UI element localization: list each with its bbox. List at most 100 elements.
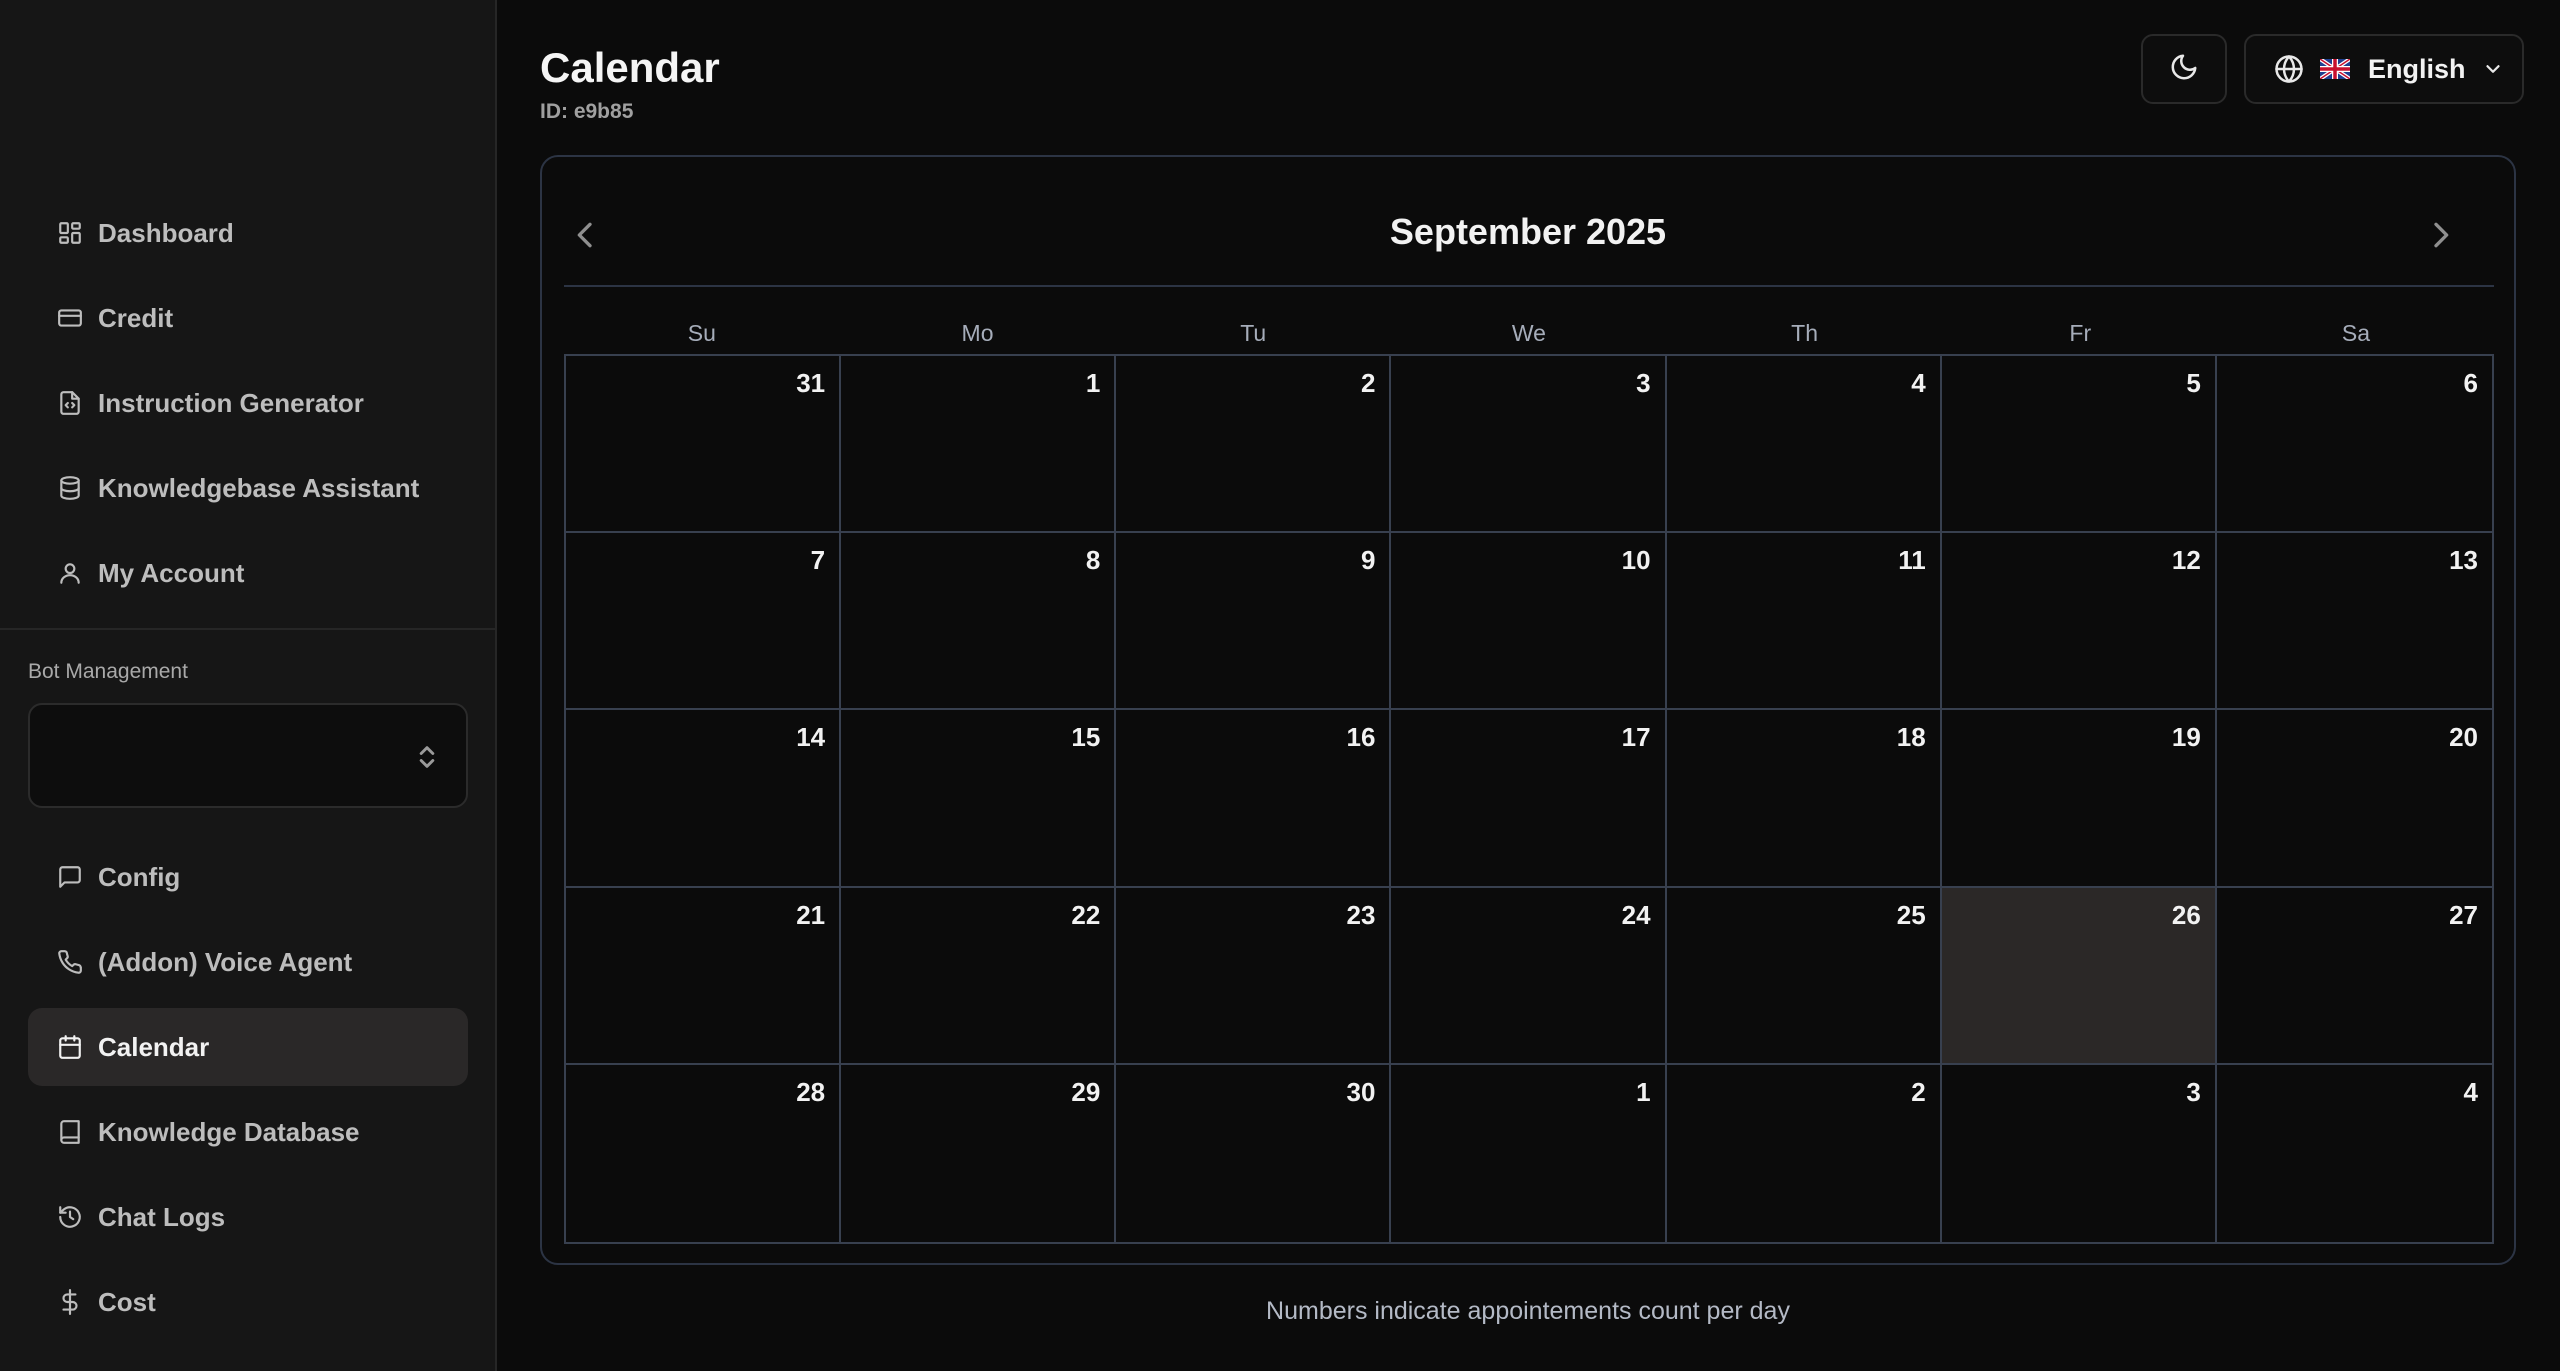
- calendar-day-number: 14: [796, 722, 826, 753]
- calendar-day-cell[interactable]: 27: [2216, 888, 2492, 1065]
- sidebar-item-my-account[interactable]: My Account: [28, 534, 468, 612]
- sidebar-item-config[interactable]: Config: [28, 838, 468, 916]
- next-month-button[interactable]: [2418, 215, 2462, 259]
- calendar-day-cell[interactable]: 31: [566, 356, 842, 534]
- calendar-day-number: 6: [2463, 368, 2478, 398]
- sidebar-item-instruction-generator[interactable]: Instruction Generator: [28, 364, 468, 442]
- calendar-day-cell[interactable]: 13: [2216, 533, 2492, 711]
- sidebar-item-credit[interactable]: Credit: [28, 279, 468, 357]
- calendar-day-cell[interactable]: 12: [1941, 533, 2217, 711]
- sidebar-item-label: (Addon) Voice Agent: [98, 946, 353, 977]
- calendar-day-number: 23: [1346, 899, 1376, 930]
- calendar-day-cell[interactable]: 1: [1391, 1064, 1667, 1242]
- section-label-bot-management: Bot Management: [28, 660, 188, 683]
- calendar-day-number: 29: [1071, 1076, 1101, 1107]
- calendar-day-cell[interactable]: 22: [841, 887, 1117, 1065]
- calendar-day-cell[interactable]: 28: [566, 1064, 842, 1242]
- calendar-day-cell[interactable]: 8: [841, 533, 1117, 711]
- chevron-right-icon: [2424, 219, 2456, 256]
- sidebar-item-knowledgebase-assistant[interactable]: Knowledgebase Assistant: [28, 449, 468, 527]
- sidebar-item-label: Cost: [98, 1286, 156, 1317]
- globe-icon: [2274, 54, 2304, 84]
- sidebar-item-label: Calendar: [98, 1031, 210, 1062]
- calendar-day-cell[interactable]: 23: [1116, 887, 1392, 1065]
- language-select[interactable]: English: [2244, 34, 2524, 104]
- page-title: Calendar: [540, 44, 720, 91]
- language-label: English: [2368, 53, 2466, 84]
- sidebar-item-label: Dashboard: [98, 217, 234, 248]
- calendar-day-number: 28: [796, 1076, 826, 1107]
- calendar-day-number: 3: [2186, 1076, 2201, 1107]
- calendar-day-cell[interactable]: 2: [1667, 1064, 1942, 1242]
- calendar-day-cell[interactable]: 20: [2216, 710, 2492, 888]
- calendar-day-number: 1: [1085, 368, 1101, 398]
- calendar-day-cell[interactable]: 24: [1391, 887, 1667, 1065]
- calendar-day-cell[interactable]: 3: [1942, 1064, 2217, 1242]
- weekday-label: Th: [1791, 320, 1819, 346]
- calendar-grid: 31 1 2 3 4 5 6 7 8 9 10 11 12 13 14 15 16 17 18 19 20 21 22 23 2…: [564, 354, 2494, 1244]
- app-root: Dashboard Credit Instruction Generator K…: [0, 0, 2560, 1371]
- calendar-day-cell[interactable]: 19: [1941, 710, 2217, 888]
- calendar-day-cell[interactable]: 29: [841, 1064, 1117, 1242]
- calendar-day-cell-today[interactable]: 26: [1941, 887, 2217, 1065]
- calendar-day-number: 5: [2186, 368, 2201, 398]
- calendar-day-number: 1: [1636, 1076, 1651, 1107]
- sidebar-item-label: My Account: [98, 557, 245, 588]
- calendar-day-cell[interactable]: 3: [1391, 356, 1667, 534]
- calendar-day-number: 19: [2171, 722, 2201, 753]
- chevron-down-icon: [2482, 58, 2504, 80]
- theme-toggle-button[interactable]: [2141, 34, 2227, 104]
- sidebar-item-knowledge-database[interactable]: Knowledge Database: [28, 1093, 468, 1171]
- calendar-day-number: 2: [1360, 368, 1376, 398]
- sidebar-item-voice-agent[interactable]: (Addon) Voice Agent: [28, 923, 468, 1001]
- sidebar-item-dashboard[interactable]: Dashboard: [28, 194, 468, 272]
- moon-icon: [2169, 52, 2199, 87]
- calendar-day-cell[interactable]: 30: [1116, 1064, 1392, 1242]
- weekday-label: Sa: [2341, 320, 2371, 346]
- calendar-day-cell[interactable]: 7: [566, 533, 842, 711]
- page-id: ID: e9b85: [540, 100, 634, 123]
- calendar-day-number: 12: [2171, 545, 2201, 576]
- calendar-day-number: 15: [1071, 722, 1101, 753]
- calendar-day-cell[interactable]: 4: [1666, 356, 1942, 534]
- bot-select[interactable]: [28, 703, 468, 808]
- sidebar-item-calendar[interactable]: Calendar: [28, 1008, 468, 1086]
- calendar-day-cell[interactable]: 5: [1941, 356, 2217, 534]
- calendar-day-cell[interactable]: 25: [1666, 887, 1942, 1065]
- calendar-day-cell[interactable]: 21: [566, 887, 842, 1065]
- calendar-day-cell[interactable]: 16: [1116, 710, 1392, 888]
- calendar-day-number: 13: [2449, 545, 2478, 576]
- calendar-separator: [564, 285, 2494, 287]
- calendar-day-cell[interactable]: 17: [1391, 710, 1667, 888]
- sidebar-item-cost[interactable]: Cost: [28, 1263, 468, 1341]
- message-square-icon: [56, 863, 84, 891]
- calendar-day-cell[interactable]: 2: [1116, 356, 1392, 534]
- calendar-day-number: 20: [2449, 722, 2478, 753]
- calendar-day-cell[interactable]: 11: [1666, 533, 1942, 711]
- calendar-day-number: 25: [1896, 899, 1926, 930]
- calendar-day-cell[interactable]: 10: [1391, 533, 1667, 711]
- sidebar-item-chat-logs[interactable]: Chat Logs: [28, 1178, 468, 1256]
- chevrons-up-down-icon: [416, 743, 438, 771]
- calendar-icon: [56, 1033, 84, 1061]
- weekday-label: We: [1511, 320, 1546, 346]
- calendar-day-number: 27: [2449, 899, 2478, 930]
- calendar-day-cell[interactable]: 4: [2217, 1065, 2492, 1242]
- calendar-day-cell[interactable]: 6: [2216, 356, 2492, 534]
- dollar-icon: [56, 1288, 84, 1316]
- uk-flag-icon: [2318, 57, 2352, 81]
- calendar-day-cell[interactable]: 1: [841, 356, 1117, 534]
- phone-icon: [56, 948, 84, 976]
- calendar-footer-note: Numbers indicate appointements count per…: [1266, 1297, 1790, 1325]
- sidebar-item-label: Instruction Generator: [98, 387, 364, 418]
- calendar-card: September 2025 Su Mo Tu We Th Fr Sa 31 1 2…: [540, 155, 2516, 1265]
- calendar-day-number: 17: [1621, 722, 1651, 753]
- calendar-day-cell[interactable]: 14: [566, 710, 842, 888]
- weekday-header-row: Su Mo Tu We Th Fr Sa: [564, 320, 2494, 354]
- file-code-icon: [56, 389, 84, 417]
- calendar-day-cell[interactable]: 18: [1666, 710, 1942, 888]
- calendar-day-cell[interactable]: 15: [841, 710, 1117, 888]
- weekday-label: Mo: [961, 320, 994, 346]
- calendar-day-number: 8: [1085, 545, 1101, 576]
- calendar-day-cell[interactable]: 9: [1116, 533, 1392, 711]
